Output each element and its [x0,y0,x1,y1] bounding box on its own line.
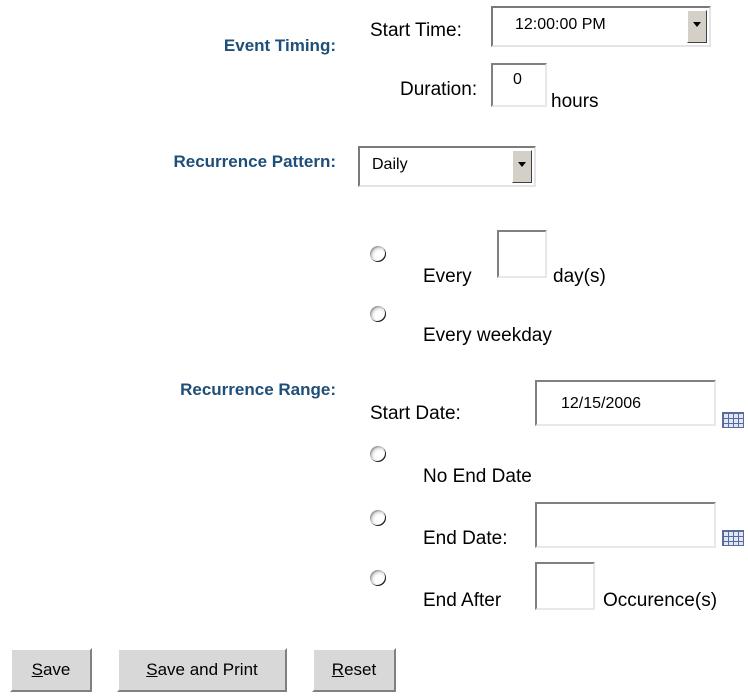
chevron-down-icon[interactable] [512,150,532,183]
recurrence-pattern-label: Recurrence Pattern: [173,152,336,171]
save-and-print-button[interactable]: Save and Print [117,648,287,692]
every-label: Every [423,266,472,287]
radio-every-days[interactable] [370,246,386,262]
recurrence-range-label: Recurrence Range: [180,380,336,399]
days-unit: day(s) [553,266,606,287]
reset-accesskey: R [331,660,345,679]
recurrence-frequency-select[interactable]: Daily [358,146,536,187]
duration-label: Duration: [400,79,478,100]
radio-no-end-date[interactable] [370,446,386,462]
occurrences-input[interactable] [535,562,595,610]
every-days-input[interactable] [497,230,547,278]
end-date-label: End Date: [423,528,508,549]
radio-end-after[interactable] [370,570,386,586]
reset-button[interactable]: Reset [312,648,396,692]
start-time-value: 12:00:00 PM [515,16,606,33]
save-and-print-accesskey: S [146,660,158,679]
occurrences-unit: Occurence(s) [603,590,718,611]
start-time-label: Start Time: [370,20,462,41]
duration-unit: hours [551,91,599,112]
radio-end-date[interactable] [370,510,386,526]
start-date-value: 12/15/2006 [561,395,642,412]
start-date-label: Start Date: [370,403,461,424]
calendar-icon[interactable] [722,530,744,546]
duration-value: 0 [513,71,522,88]
radio-every-weekday[interactable] [370,306,386,322]
start-time-select[interactable]: 12:00:00 PM [491,6,711,47]
reset-label: eset [344,660,377,679]
duration-input[interactable]: 0 [491,63,547,107]
event-timing-label: Event Timing: [223,36,336,55]
save-accesskey: S [31,660,43,679]
save-label: ave [42,660,71,679]
end-date-input[interactable] [535,502,716,548]
every-weekday-label: Every weekday [423,325,552,346]
start-date-input[interactable]: 12/15/2006 [535,380,716,426]
no-end-date-label: No End Date [423,466,532,487]
calendar-icon[interactable] [722,412,744,428]
save-and-print-label: ave and Print [157,660,258,679]
end-after-label: End After [423,590,502,611]
frequency-value: Daily [372,156,408,173]
chevron-down-icon[interactable] [687,10,707,43]
save-button[interactable]: Save [10,648,92,692]
